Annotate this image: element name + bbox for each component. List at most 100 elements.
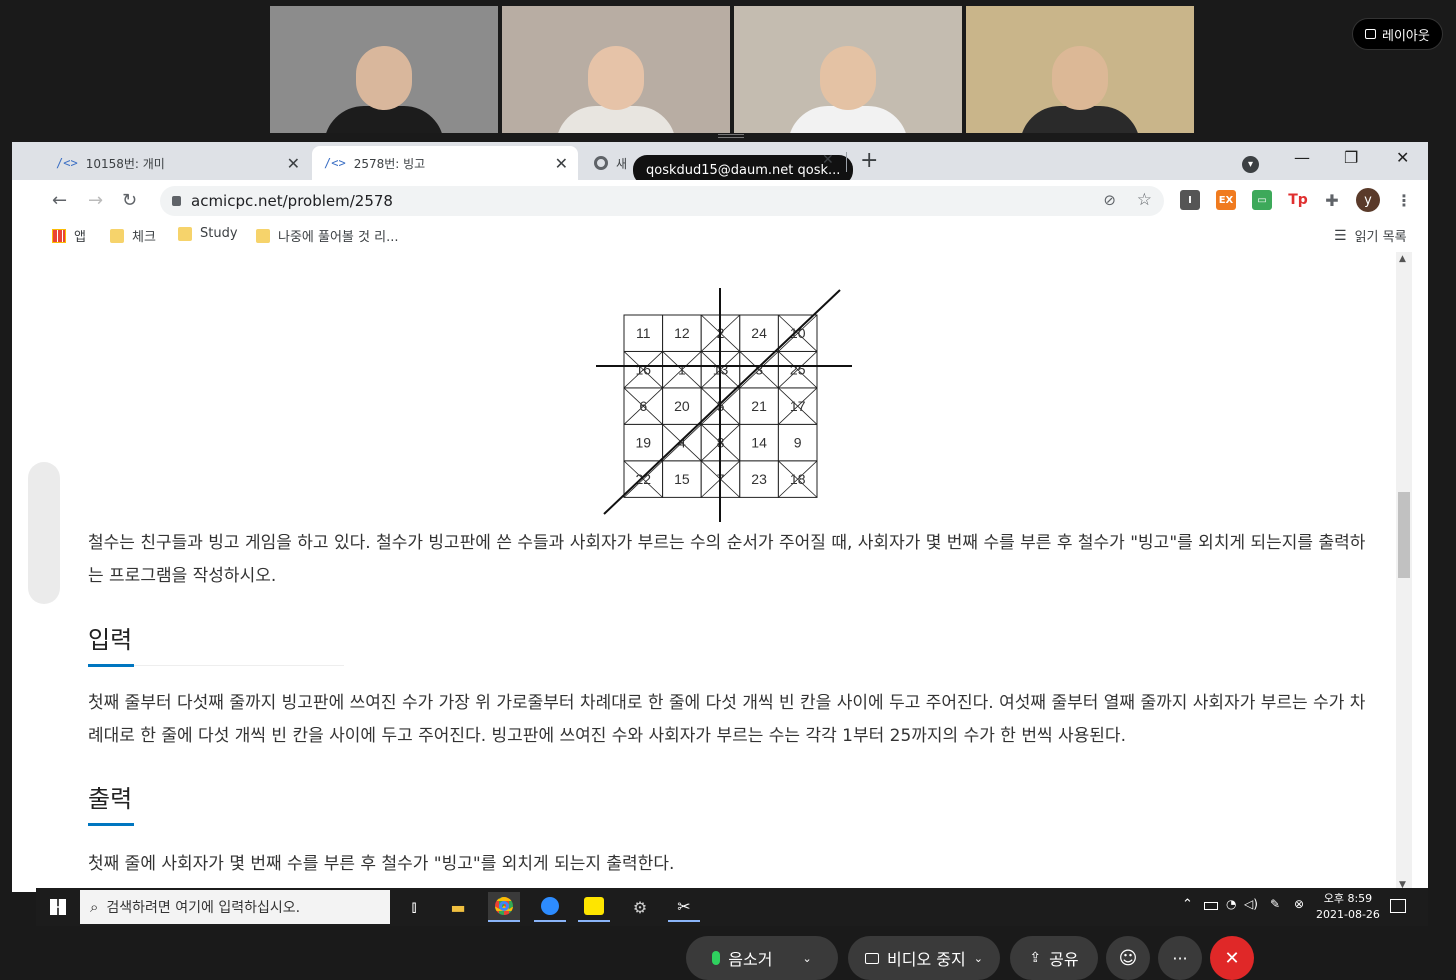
- clock[interactable]: 오후 8:59 2021-08-26: [1316, 891, 1380, 923]
- star-icon[interactable]: ☆: [1137, 190, 1152, 210]
- clock-date: 2021-08-26: [1316, 908, 1380, 921]
- baekjoon-icon: /<>: [56, 156, 78, 170]
- menu-kebab-icon[interactable]: ⋮: [1394, 190, 1414, 210]
- video-tile-participant-4[interactable]: [966, 6, 1194, 133]
- participant-face: [588, 46, 644, 110]
- volume-icon[interactable]: ◁): [1244, 897, 1258, 911]
- bingo-number: 24: [751, 325, 767, 341]
- bingo-number: 9: [794, 435, 802, 451]
- output-heading-text: 출력: [88, 785, 133, 813]
- stop-video-button[interactable]: 비디오 중지 ⌄: [848, 936, 1000, 980]
- extensions-puzzle-icon[interactable]: ✚: [1322, 190, 1342, 210]
- tab-divider: [846, 152, 847, 172]
- participant-face: [1052, 46, 1108, 110]
- restore-button[interactable]: ❐: [1344, 148, 1358, 167]
- mute-label: 음소거: [728, 950, 773, 969]
- back-button[interactable]: ←: [52, 190, 67, 211]
- profile-avatar[interactable]: y: [1356, 188, 1380, 212]
- wifi-icon[interactable]: ◔: [1226, 897, 1236, 911]
- clock-time: 오후 8:59: [1323, 892, 1373, 905]
- bookmark-apps[interactable]: 앱: [52, 226, 86, 245]
- extension-ex-icon[interactable]: EX: [1216, 190, 1236, 210]
- layout-button[interactable]: 레이아웃: [1352, 18, 1443, 50]
- settings-gear-icon[interactable]: ⚙: [624, 892, 656, 922]
- bookmark-label: 앱: [74, 230, 86, 245]
- output-heading: 출력: [88, 779, 134, 826]
- lock-icon: [172, 196, 181, 206]
- tray-chevron-icon[interactable]: ⌃: [1182, 897, 1193, 912]
- participant-body: [556, 106, 676, 133]
- video-tile-participant-1[interactable]: [270, 6, 498, 133]
- kakaotalk-icon[interactable]: [578, 892, 610, 922]
- extension-i-icon[interactable]: I: [1180, 190, 1200, 210]
- zoom-taskbar-icon[interactable]: [534, 892, 566, 922]
- task-view-icon[interactable]: ⫾: [398, 892, 430, 922]
- bingo-number: 1: [678, 362, 686, 378]
- mute-button[interactable]: 음소거 ⌄: [686, 936, 838, 980]
- minimize-button[interactable]: —: [1294, 148, 1310, 167]
- bingo-number: 18: [790, 471, 806, 487]
- url-text: acmicpc.net/problem/2578: [191, 192, 393, 210]
- chrome-icon: [594, 156, 608, 170]
- bookmark-label: 나중에 풀어볼 것 리...: [278, 230, 399, 245]
- annotation-toolbar[interactable]: [28, 462, 60, 604]
- bingo-number: 16: [636, 362, 652, 378]
- tab-label: 2578번: 빙고: [353, 156, 426, 171]
- bookmark-check[interactable]: 체크: [110, 226, 156, 245]
- leave-meeting-button[interactable]: ✕: [1210, 936, 1254, 980]
- chevron-down-icon[interactable]: ⌄: [802, 952, 811, 965]
- snipping-tool-icon[interactable]: ✂: [668, 892, 700, 922]
- participant-body: [324, 106, 444, 133]
- more-button[interactable]: ···: [1158, 936, 1202, 980]
- close-icon[interactable]: ✕: [287, 154, 300, 173]
- bingo-number: 14: [751, 435, 767, 451]
- notifications-icon[interactable]: [1390, 899, 1406, 913]
- scrollbar-thumb[interactable]: [1398, 492, 1410, 578]
- reload-button[interactable]: ↻: [122, 190, 137, 211]
- mute-tray-icon[interactable]: ⊗: [1294, 897, 1304, 911]
- close-icon[interactable]: ✕: [822, 152, 834, 168]
- video-tile-participant-2[interactable]: [502, 6, 730, 133]
- tab-bar: /<> 10158번: 개미 ✕ /<> 2578번: 빙고 ✕ 새 qoskd…: [12, 142, 1428, 185]
- pen-icon[interactable]: ✎: [1270, 897, 1280, 911]
- close-icon[interactable]: ✕: [555, 154, 568, 173]
- reading-list-button[interactable]: ☰ 읽기 목록: [1334, 226, 1407, 246]
- participant-body: [788, 106, 908, 133]
- new-tab-button[interactable]: +: [860, 148, 878, 173]
- resize-grip[interactable]: [718, 134, 744, 138]
- close-window-button[interactable]: ✕: [1396, 148, 1409, 167]
- windows-start-icon[interactable]: [50, 899, 66, 915]
- bookmark-later[interactable]: 나중에 풀어볼 것 리...: [256, 226, 398, 245]
- scroll-up-icon[interactable]: ▲: [1399, 254, 1406, 264]
- scrollbar[interactable]: ▲ ▼: [1396, 252, 1412, 892]
- search-placeholder: 검색하려면 여기에 입력하십시오.: [106, 900, 301, 916]
- bookmark-study[interactable]: Study: [178, 226, 238, 241]
- bingo-number: 23: [751, 471, 767, 487]
- apps-grid-icon: [52, 228, 66, 243]
- reactions-button[interactable]: ☺: [1106, 936, 1150, 980]
- more-label: ···: [1172, 948, 1188, 968]
- input-heading: 입력: [88, 620, 344, 667]
- video-label: 비디오 중지: [887, 950, 966, 969]
- taskbar-search[interactable]: ⌕ 검색하려면 여기에 입력하십시오.: [80, 890, 390, 924]
- heading-underline: [88, 664, 134, 667]
- file-explorer-icon[interactable]: ▬: [442, 892, 474, 922]
- video-camera-icon: [865, 952, 880, 964]
- address-bar[interactable]: acmicpc.net/problem/2578 ⊘ ☆: [160, 186, 1164, 216]
- eye-off-icon[interactable]: ⊘: [1103, 191, 1116, 209]
- extension-screen-icon[interactable]: ▭: [1252, 190, 1272, 210]
- bingo-number: 22: [636, 471, 652, 487]
- share-label: 공유: [1049, 950, 1079, 969]
- bingo-number: 17: [790, 398, 806, 414]
- forward-button[interactable]: →: [88, 190, 103, 211]
- screen: { "zoom": { "layout_label": "레이아웃", "par…: [0, 0, 1456, 980]
- tab-ant[interactable]: /<> 10158번: 개미 ✕: [44, 146, 310, 180]
- share-button[interactable]: ⇪ 공유: [1010, 936, 1098, 980]
- chrome-taskbar-icon[interactable]: [488, 892, 520, 922]
- video-tile-participant-3[interactable]: [734, 6, 962, 133]
- chevron-down-icon[interactable]: ⌄: [974, 952, 983, 965]
- baekjoon-icon: /<>: [324, 156, 346, 170]
- tab-bingo[interactable]: /<> 2578번: 빙고 ✕: [312, 146, 578, 180]
- extension-tp-icon[interactable]: Tp: [1288, 190, 1308, 210]
- tab-search-icon[interactable]: ▾: [1242, 152, 1259, 173]
